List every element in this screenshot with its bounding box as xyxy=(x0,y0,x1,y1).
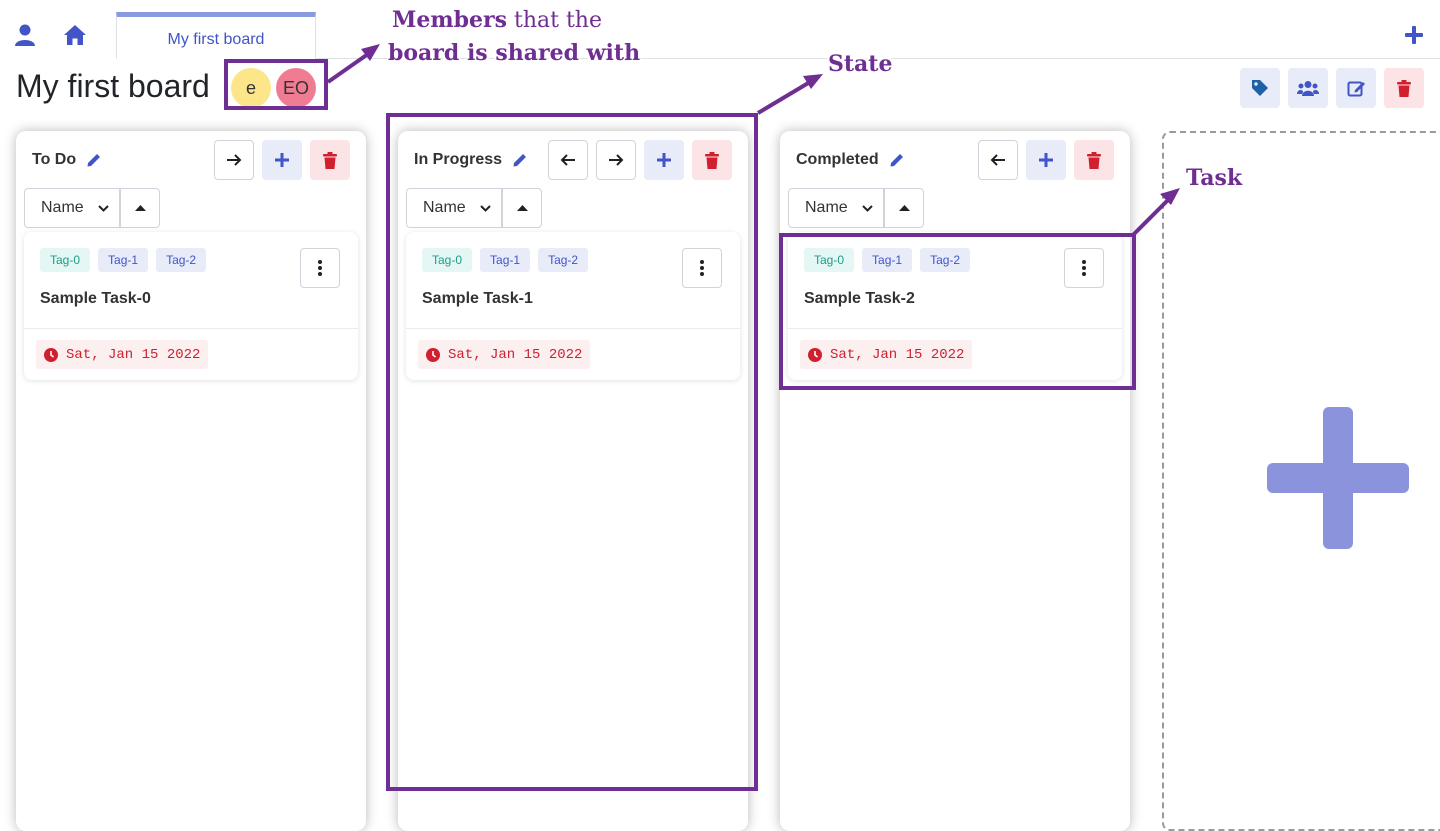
members-arrow xyxy=(326,52,370,84)
state-arrowhead xyxy=(803,74,823,89)
task-annotation: Task xyxy=(1186,165,1243,191)
annotation-arrows xyxy=(326,44,1180,238)
members-annotation-rest: that the xyxy=(506,8,602,33)
members-annotation-bold: Members xyxy=(392,7,507,33)
state-arrow xyxy=(756,80,812,115)
state-annotation: State xyxy=(828,51,893,77)
members-annotation: Members that the xyxy=(392,4,602,37)
members-annotation-line2: board is shared with xyxy=(388,40,641,66)
task-arrow xyxy=(1130,198,1170,238)
